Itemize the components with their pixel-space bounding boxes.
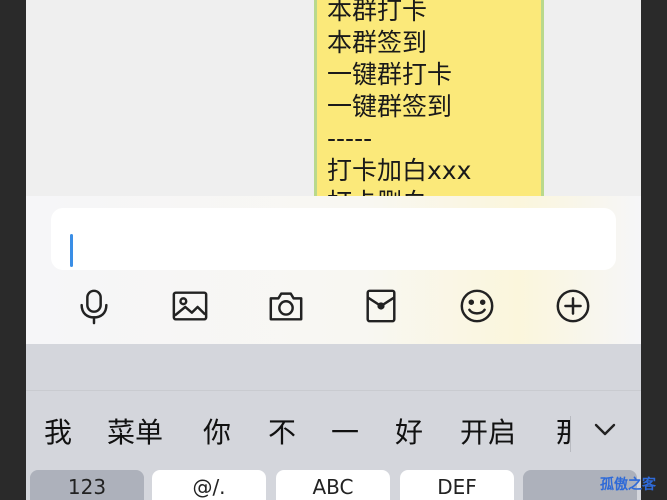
watermark-text: 孤傲之客: [600, 477, 656, 493]
message-line: 打卡加白xxx: [327, 156, 472, 185]
message-line: 本群打卡: [327, 0, 428, 25]
message-composer: [26, 196, 641, 344]
candidate-word[interactable]: 菜单: [107, 410, 163, 456]
text-caret: [70, 234, 73, 267]
candidate-word[interactable]: 我: [44, 410, 72, 456]
candidate-word[interactable]: 那: [556, 410, 570, 456]
red-packet-icon[interactable]: [361, 286, 401, 326]
message-line: 一键群签到: [327, 92, 453, 121]
candidate-bar: 我 菜单 你 不 一 好 开启 那: [26, 410, 641, 456]
microphone-icon[interactable]: [74, 286, 114, 326]
keyboard: 我 菜单 你 不 一 好 开启 那 123 @/. ABC DEF: [26, 344, 641, 500]
candidate-word[interactable]: 开启: [460, 410, 516, 456]
symbols-key[interactable]: @/.: [152, 470, 266, 500]
chevron-down-icon[interactable]: [590, 414, 620, 444]
candidate-word[interactable]: 你: [203, 410, 231, 456]
plus-icon[interactable]: [553, 286, 593, 326]
message-input[interactable]: [51, 208, 616, 270]
abc-key[interactable]: ABC: [276, 470, 390, 500]
message-line: 一键群打卡: [327, 60, 453, 89]
keyboard-top-strip: [26, 344, 641, 391]
def-key[interactable]: DEF: [400, 470, 514, 500]
image-icon[interactable]: [170, 286, 210, 326]
composer-toolbar: [26, 286, 641, 326]
message-bubble[interactable]: 本群打卡 本群签到 一键群打卡 一键群签到 ----- 打卡加白xxx 打卡删白…: [314, 0, 544, 198]
candidate-word[interactable]: 一: [331, 410, 359, 456]
candidate-word[interactable]: 不: [268, 410, 296, 456]
chat-area: 本群打卡 本群签到 一键群打卡 一键群签到 ----- 打卡加白xxx 打卡删白…: [26, 0, 641, 198]
camera-icon[interactable]: [266, 286, 306, 326]
phone-screen: 本群打卡 本群签到 一键群打卡 一键群签到 ----- 打卡加白xxx 打卡删白…: [26, 0, 641, 500]
message-line: -----: [327, 124, 373, 153]
numbers-key[interactable]: 123: [30, 470, 144, 500]
emoji-icon[interactable]: [457, 286, 497, 326]
candidate-divider: [570, 416, 571, 452]
candidate-word[interactable]: 好: [395, 410, 423, 456]
keyboard-key-row: 123 @/. ABC DEF: [26, 470, 641, 500]
message-line: 本群签到: [327, 28, 428, 57]
